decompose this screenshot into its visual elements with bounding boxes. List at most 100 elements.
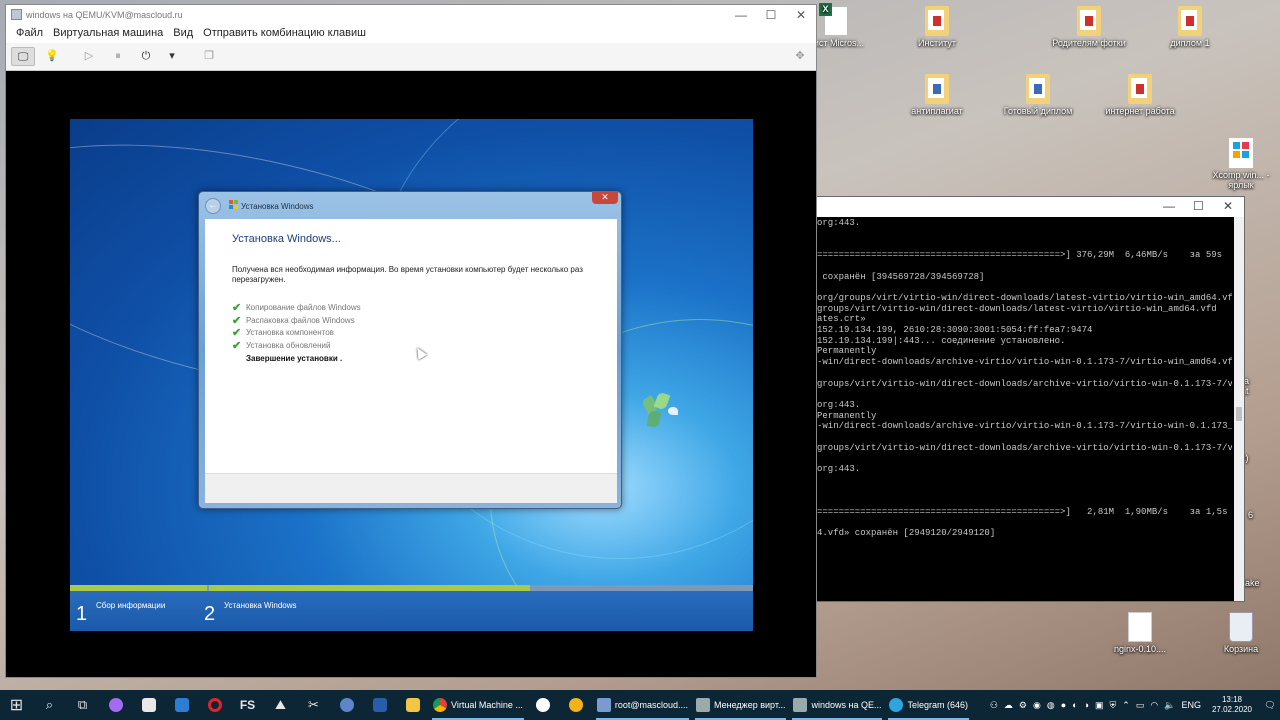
terminal-output: org:443. ===============================…	[817, 218, 1232, 539]
shutdown-dropdown-chevron-icon[interactable]: ▾	[162, 47, 182, 66]
setup-info-text: Получена вся необходимая информация. Во …	[232, 265, 583, 284]
desktop-icon-xcomp[interactable]: Xcomp win... - ярлык	[1201, 138, 1280, 190]
checkmark-icon: ✔	[232, 327, 242, 340]
desktop-icon-label: Готовый диплом	[1003, 106, 1073, 116]
explorer-folder-icon[interactable]	[396, 690, 429, 720]
close-button[interactable]: ✕	[786, 5, 816, 25]
setup-progress-bar	[70, 585, 753, 591]
task-label: root@mascloud....	[614, 700, 689, 710]
chrome-icon	[433, 698, 447, 712]
tools-icon[interactable]: ✂	[297, 690, 330, 720]
maximize-button[interactable]: ☐	[1193, 199, 1204, 213]
battery-icon[interactable]: ▭	[1133, 700, 1148, 711]
folder-icon	[1128, 74, 1152, 104]
tray-app-icon[interactable]: ▣	[1092, 700, 1107, 711]
clock-date: 27.02.2020	[1211, 705, 1252, 714]
cortana-icon[interactable]	[99, 690, 132, 720]
menu-file[interactable]: Файл	[11, 25, 48, 43]
menubar: Файл Виртуальная машина Вид Отправить ко…	[6, 25, 816, 43]
recycle-bin-icon	[1229, 612, 1253, 642]
console-monitor-button[interactable]: 🖵	[11, 47, 35, 66]
people-icon[interactable]: ⚇	[987, 700, 1001, 711]
tray-app-icon[interactable]: ◉	[1030, 700, 1044, 711]
tray-app-icon[interactable]: ◐	[1069, 700, 1080, 710]
start-button[interactable]: ⊞	[0, 690, 33, 720]
tray-app-icon[interactable]: ◑	[1081, 700, 1092, 710]
close-button[interactable]: ✕	[1223, 199, 1233, 213]
setup-content: Установка Windows... Получена вся необхо…	[205, 219, 617, 473]
tray-app-icon[interactable]: ⛨	[1107, 700, 1120, 711]
tray-app-icon[interactable]: ☁	[1001, 700, 1016, 711]
desktop-icon-diplom1[interactable]: диплом 1	[1150, 6, 1230, 48]
input-language[interactable]: ENG	[1178, 700, 1204, 710]
folder-icon	[925, 74, 949, 104]
fs-app-icon[interactable]: FS	[231, 690, 264, 720]
menu-send-key[interactable]: Отправить комбинацию клавиш	[198, 25, 371, 43]
minimize-button[interactable]: —	[1163, 199, 1175, 213]
taskbar-task-putty[interactable]: root@mascloud....	[593, 690, 692, 720]
menu-view[interactable]: Вид	[168, 25, 198, 43]
vpn-icon[interactable]	[560, 690, 593, 720]
back-arrow-icon[interactable]: ←	[205, 198, 221, 214]
snapshots-button[interactable]: ❐	[199, 47, 219, 66]
virt-manager-icon	[696, 698, 711, 712]
task-label: Telegram (646)	[907, 700, 968, 710]
fullscreen-button[interactable]: ✥	[790, 47, 810, 66]
setup-window-title: Установка Windows	[241, 202, 314, 211]
task-view-icon[interactable]: ⧉	[66, 690, 99, 720]
taskbar-task-chrome[interactable]: Virtual Machine ...	[429, 690, 527, 720]
desktop-icon-internet[interactable]: интернет работа	[1100, 74, 1180, 116]
desktop-icon-gotoviy[interactable]: Готовый диплом	[998, 74, 1078, 116]
yandex-icon[interactable]	[527, 690, 560, 720]
desktop-icon-roditelyam[interactable]: Родителям фотки	[1049, 6, 1129, 48]
setup-step-current: Завершение установки .	[246, 353, 343, 363]
network-globe-icon[interactable]	[330, 690, 363, 720]
menu-virtual-machine[interactable]: Виртуальная машина	[48, 25, 168, 43]
clock-time: 13:18	[1221, 695, 1242, 704]
folder-icon	[1026, 74, 1050, 104]
run-play-button[interactable]: ▷	[79, 47, 99, 66]
terminal-titlebar[interactable]: — ☐ ✕	[811, 197, 1244, 217]
step-label: Сбор информации	[96, 601, 166, 610]
progress-step2-fill	[209, 585, 530, 591]
vm-viewer-window[interactable]: windows на QEMU/KVM@mascloud.ru — ☐ ✕ Фа…	[5, 4, 817, 678]
desktop-icon-label: Корзина	[1223, 644, 1259, 654]
details-lightbulb-button[interactable]: 💡	[42, 47, 62, 66]
tray-app-icon[interactable]: ●	[1058, 700, 1069, 710]
minimize-button[interactable]: —	[726, 5, 756, 25]
notifications-icon[interactable]: 🗨	[1260, 690, 1280, 720]
desktop-icon-institut[interactable]: Институт	[897, 6, 977, 48]
desktop-icon-antiplagiat[interactable]: антиплагиат	[897, 74, 977, 116]
pause-button[interactable]: ⏸	[108, 47, 128, 66]
wifi-icon[interactable]: ◠	[1147, 700, 1161, 711]
photos-icon[interactable]: ⛰	[264, 690, 297, 720]
vm-titlebar[interactable]: windows на QEMU/KVM@mascloud.ru — ☐ ✕	[6, 5, 816, 25]
xcomp-app-icon	[1229, 138, 1253, 168]
taskbar-task-telegram[interactable]: Telegram (646)	[885, 690, 972, 720]
system-tray: ⚇ ☁ ⚙ ◉ ◍ ● ◐ ◑ ▣ ⛨ ⌃ ▭ ◠ 🔈 ENG 13:18 27…	[987, 690, 1280, 720]
opera-icon[interactable]	[198, 690, 231, 720]
volume-icon[interactable]: 🔈	[1161, 700, 1178, 711]
taskbar-task-virt-manager[interactable]: Менеджер вирт...	[692, 690, 789, 720]
store-icon[interactable]	[132, 690, 165, 720]
maximize-button[interactable]: ☐	[756, 5, 786, 25]
guest-display[interactable]: ✕ ← Установка Windows Установка Windows.…	[70, 119, 753, 631]
search-icon[interactable]: ⌕	[33, 690, 66, 720]
setup-footer	[205, 473, 617, 503]
terminal-scrollbar[interactable]	[1234, 217, 1244, 601]
desktop-icon-korzina[interactable]: Корзина	[1201, 612, 1280, 654]
desktop-icon-nginx[interactable]: nginx-0.10....	[1100, 612, 1180, 654]
shutdown-button[interactable]: ⏻	[136, 47, 156, 66]
clock[interactable]: 13:18 27.02.2020	[1204, 695, 1260, 715]
powershell-icon[interactable]	[363, 690, 396, 720]
window-title: windows на QEMU/KVM@mascloud.ru	[26, 10, 183, 20]
mail-icon[interactable]	[165, 690, 198, 720]
windows-setup-dialog[interactable]: ✕ ← Установка Windows Установка Windows.…	[198, 191, 622, 509]
terminal-window[interactable]: — ☐ ✕ org:443. =========================…	[810, 196, 1245, 602]
show-hidden-chevron-icon[interactable]: ⌃	[1119, 700, 1133, 711]
close-button[interactable]: ✕	[592, 191, 618, 204]
excel-file-icon	[819, 3, 848, 36]
taskbar-task-vm-viewer[interactable]: windows на QE...	[789, 690, 885, 720]
tray-app-icon[interactable]: ◍	[1044, 700, 1058, 711]
tray-app-icon[interactable]: ⚙	[1016, 700, 1030, 711]
